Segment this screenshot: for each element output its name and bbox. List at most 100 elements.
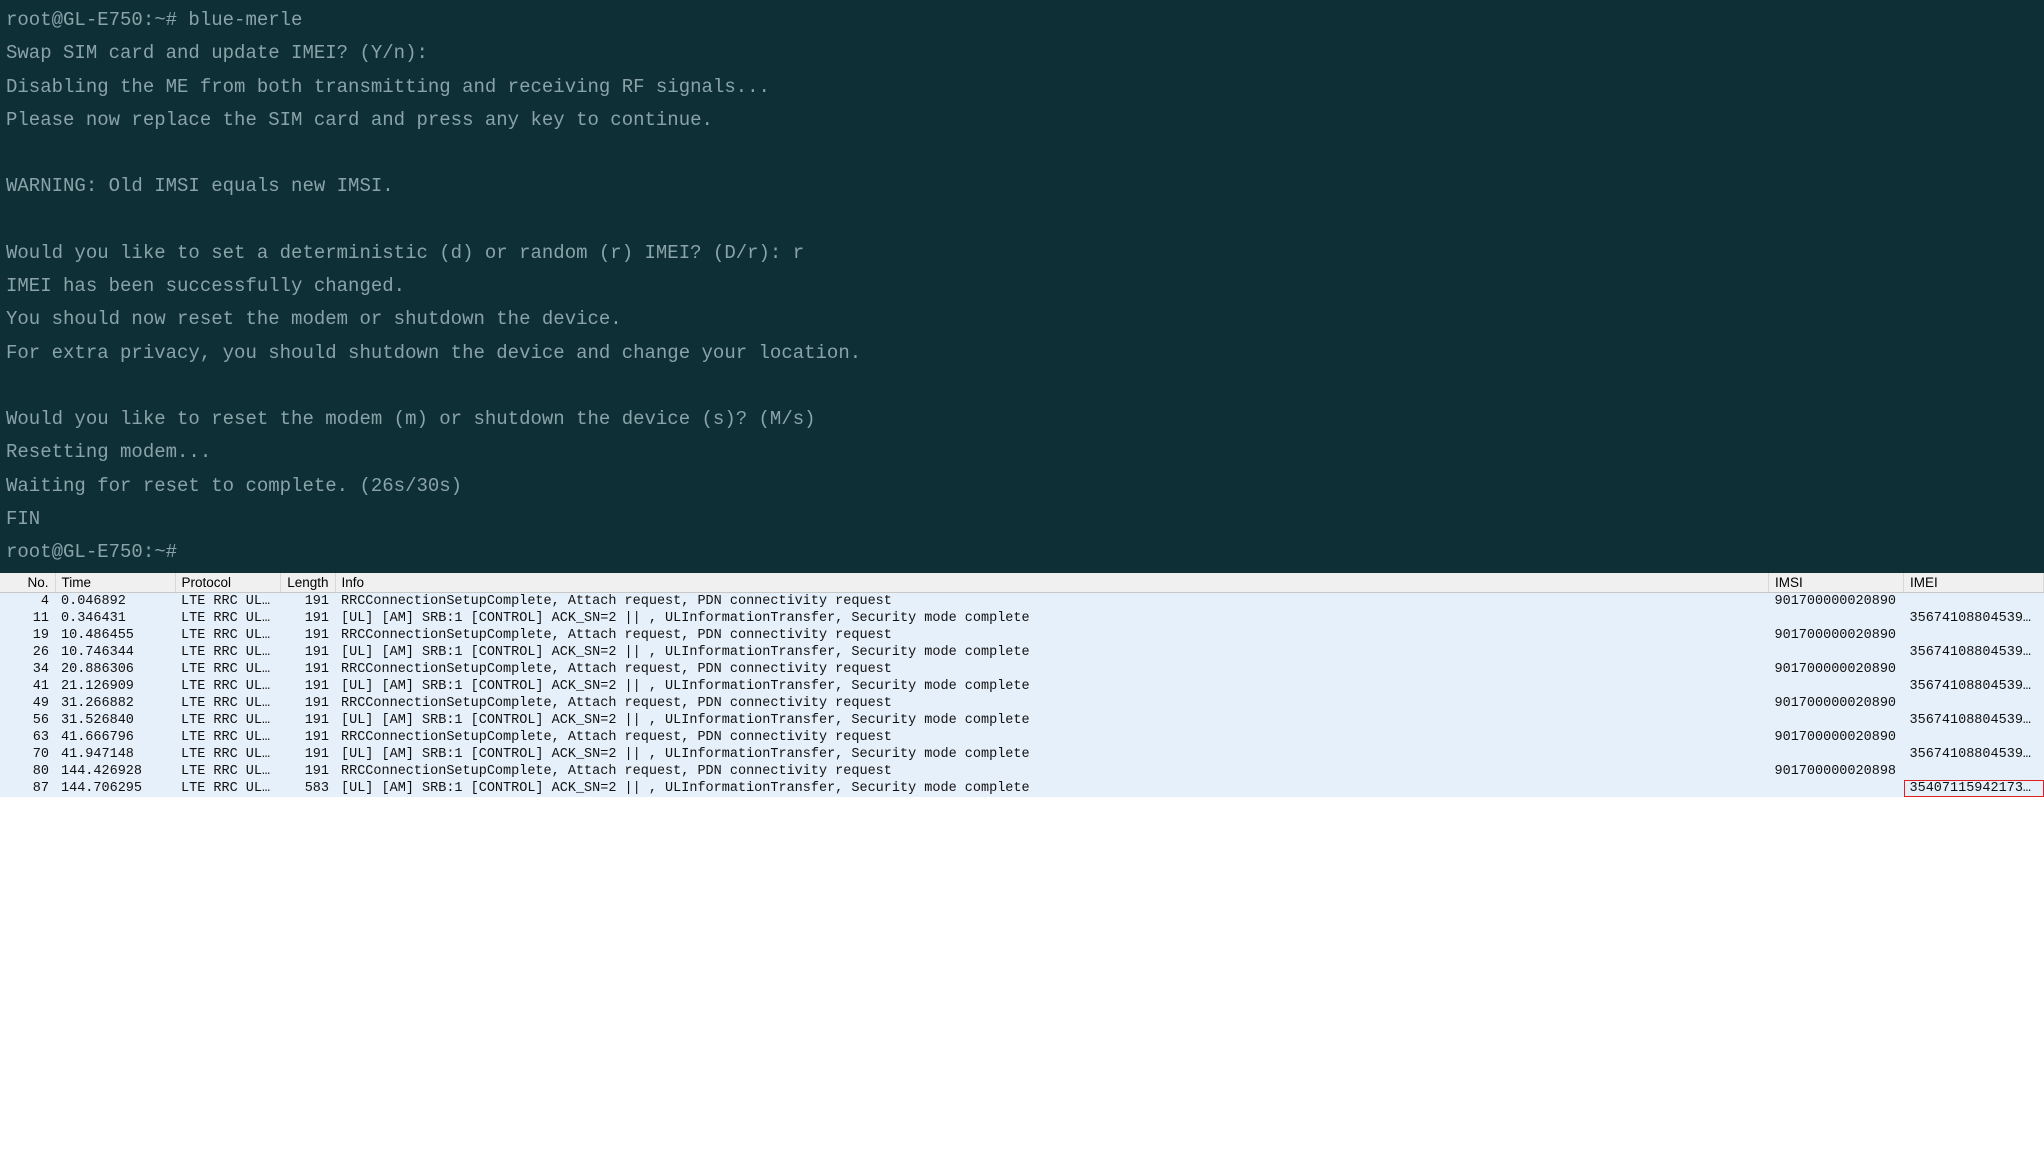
col-header-imsi[interactable]: IMSI bbox=[1769, 573, 1904, 593]
packet-cell-length: 191 bbox=[280, 661, 335, 678]
packet-cell-protocol: LTE RRC UL… bbox=[175, 746, 280, 763]
packet-row[interactable]: 1910.486455LTE RRC UL…191RRCConnectionSe… bbox=[0, 627, 2044, 644]
packet-cell-info: RRCConnectionSetupComplete, Attach reque… bbox=[335, 627, 1769, 644]
terminal-line: root@GL-E750:~# bbox=[6, 536, 2038, 569]
col-header-protocol[interactable]: Protocol bbox=[175, 573, 280, 593]
packet-cell-protocol: LTE RRC UL… bbox=[175, 780, 280, 797]
packet-cell-imsi bbox=[1769, 746, 1904, 763]
packet-cell-length: 191 bbox=[280, 610, 335, 627]
packet-cell-protocol: LTE RRC UL… bbox=[175, 644, 280, 661]
col-header-no[interactable]: No. bbox=[0, 573, 55, 593]
packet-cell-imei bbox=[1904, 593, 2044, 611]
packet-cell-info: RRCConnectionSetupComplete, Attach reque… bbox=[335, 661, 1769, 678]
packet-table-body: 40.046892LTE RRC UL…191RRCConnectionSetu… bbox=[0, 593, 2044, 798]
packet-cell-imsi: 901700000020890 bbox=[1769, 627, 1904, 644]
packet-cell-length: 191 bbox=[280, 695, 335, 712]
packet-cell-no: 26 bbox=[0, 644, 55, 661]
terminal-line bbox=[6, 137, 2038, 170]
packet-table-header-row[interactable]: No. Time Protocol Length Info IMSI IMEI bbox=[0, 573, 2044, 593]
col-header-length[interactable]: Length bbox=[280, 573, 335, 593]
packet-cell-info: RRCConnectionSetupComplete, Attach reque… bbox=[335, 593, 1769, 611]
packet-cell-no: 87 bbox=[0, 780, 55, 797]
packet-table-container[interactable]: No. Time Protocol Length Info IMSI IMEI … bbox=[0, 573, 2044, 1150]
packet-cell-imsi: 901700000020890 bbox=[1769, 661, 1904, 678]
packet-cell-imsi bbox=[1769, 780, 1904, 797]
terminal-output[interactable]: root@GL-E750:~# blue-merleSwap SIM card … bbox=[0, 0, 2044, 573]
packet-cell-info: RRCConnectionSetupComplete, Attach reque… bbox=[335, 729, 1769, 746]
packet-cell-length: 191 bbox=[280, 712, 335, 729]
packet-cell-no: 11 bbox=[0, 610, 55, 627]
packet-cell-imsi: 901700000020890 bbox=[1769, 593, 1904, 611]
packet-cell-time: 20.886306 bbox=[55, 661, 175, 678]
packet-cell-length: 583 bbox=[280, 780, 335, 797]
packet-row[interactable]: 7041.947148LTE RRC UL…191 [UL] [AM] SRB:… bbox=[0, 746, 2044, 763]
packet-cell-no: 63 bbox=[0, 729, 55, 746]
packet-cell-time: 0.346431 bbox=[55, 610, 175, 627]
terminal-line: Resetting modem... bbox=[6, 436, 2038, 469]
packet-cell-info: [UL] [AM] SRB:1 [CONTROL] ACK_SN=2 || , … bbox=[335, 678, 1769, 695]
terminal-line: Would you like to set a deterministic (d… bbox=[6, 237, 2038, 270]
col-header-time[interactable]: Time bbox=[55, 573, 175, 593]
packet-cell-no: 41 bbox=[0, 678, 55, 695]
packet-row[interactable]: 40.046892LTE RRC UL…191RRCConnectionSetu… bbox=[0, 593, 2044, 611]
terminal-line: FIN bbox=[6, 503, 2038, 536]
packet-cell-no: 34 bbox=[0, 661, 55, 678]
packet-cell-protocol: LTE RRC UL… bbox=[175, 729, 280, 746]
packet-cell-info: RRCConnectionSetupComplete, Attach reque… bbox=[335, 695, 1769, 712]
col-header-info[interactable]: Info bbox=[335, 573, 1769, 593]
packet-row[interactable]: 4121.126909LTE RRC UL…191 [UL] [AM] SRB:… bbox=[0, 678, 2044, 695]
packet-cell-imei bbox=[1904, 729, 2044, 746]
packet-cell-imsi bbox=[1769, 712, 1904, 729]
packet-cell-no: 56 bbox=[0, 712, 55, 729]
packet-cell-imei: 3567410880453908 bbox=[1904, 644, 2044, 661]
terminal-line: IMEI has been successfully changed. bbox=[6, 270, 2038, 303]
packet-cell-imsi bbox=[1769, 678, 1904, 695]
packet-cell-imei bbox=[1904, 763, 2044, 780]
packet-row[interactable]: 2610.746344LTE RRC UL…191 [UL] [AM] SRB:… bbox=[0, 644, 2044, 661]
packet-cell-protocol: LTE RRC UL… bbox=[175, 610, 280, 627]
packet-cell-time: 144.706295 bbox=[55, 780, 175, 797]
terminal-line: You should now reset the modem or shutdo… bbox=[6, 303, 2038, 336]
packet-cell-length: 191 bbox=[280, 678, 335, 695]
packet-cell-info: [UL] [AM] SRB:1 [CONTROL] ACK_SN=2 || , … bbox=[335, 746, 1769, 763]
packet-cell-imei: 3567410880453908 bbox=[1904, 712, 2044, 729]
packet-cell-imei: 3540711594217308 bbox=[1904, 780, 2044, 797]
packet-row[interactable]: 110.346431LTE RRC UL…191 [UL] [AM] SRB:1… bbox=[0, 610, 2044, 627]
packet-row[interactable]: 5631.526840LTE RRC UL…191 [UL] [AM] SRB:… bbox=[0, 712, 2044, 729]
packet-row[interactable]: 4931.266882LTE RRC UL…191RRCConnectionSe… bbox=[0, 695, 2044, 712]
packet-cell-protocol: LTE RRC UL… bbox=[175, 695, 280, 712]
packet-cell-imei: 3567410880453908 bbox=[1904, 610, 2044, 627]
packet-cell-imsi bbox=[1769, 610, 1904, 627]
packet-cell-no: 70 bbox=[0, 746, 55, 763]
packet-row[interactable]: 3420.886306LTE RRC UL…191RRCConnectionSe… bbox=[0, 661, 2044, 678]
packet-cell-imei bbox=[1904, 661, 2044, 678]
packet-cell-protocol: LTE RRC UL… bbox=[175, 763, 280, 780]
packet-cell-info: [UL] [AM] SRB:1 [CONTROL] ACK_SN=2 || , … bbox=[335, 610, 1769, 627]
packet-cell-imei bbox=[1904, 627, 2044, 644]
packet-cell-time: 31.526840 bbox=[55, 712, 175, 729]
terminal-line: WARNING: Old IMSI equals new IMSI. bbox=[6, 170, 2038, 203]
terminal-line: For extra privacy, you should shutdown t… bbox=[6, 337, 2038, 370]
packet-cell-time: 21.126909 bbox=[55, 678, 175, 695]
packet-cell-time: 10.486455 bbox=[55, 627, 175, 644]
packet-row[interactable]: 6341.666796LTE RRC UL…191RRCConnectionSe… bbox=[0, 729, 2044, 746]
packet-cell-imei bbox=[1904, 695, 2044, 712]
packet-row[interactable]: 80144.426928LTE RRC UL…191RRCConnectionS… bbox=[0, 763, 2044, 780]
packet-cell-no: 49 bbox=[0, 695, 55, 712]
packet-cell-length: 191 bbox=[280, 729, 335, 746]
packet-row[interactable]: 87144.706295LTE RRC UL…583 [UL] [AM] SRB… bbox=[0, 780, 2044, 797]
terminal-line bbox=[6, 370, 2038, 403]
packet-cell-imsi: 901700000020898 bbox=[1769, 763, 1904, 780]
packet-table[interactable]: No. Time Protocol Length Info IMSI IMEI … bbox=[0, 573, 2044, 797]
col-header-imei[interactable]: IMEI bbox=[1904, 573, 2044, 593]
packet-cell-protocol: LTE RRC UL… bbox=[175, 678, 280, 695]
packet-cell-no: 19 bbox=[0, 627, 55, 644]
packet-cell-length: 191 bbox=[280, 627, 335, 644]
packet-cell-length: 191 bbox=[280, 593, 335, 611]
terminal-line bbox=[6, 204, 2038, 237]
packet-cell-info: [UL] [AM] SRB:1 [CONTROL] ACK_SN=2 || , … bbox=[335, 780, 1769, 797]
terminal-line: Swap SIM card and update IMEI? (Y/n): bbox=[6, 37, 2038, 70]
packet-cell-protocol: LTE RRC UL… bbox=[175, 593, 280, 611]
packet-cell-info: [UL] [AM] SRB:1 [CONTROL] ACK_SN=2 || , … bbox=[335, 712, 1769, 729]
packet-cell-length: 191 bbox=[280, 644, 335, 661]
